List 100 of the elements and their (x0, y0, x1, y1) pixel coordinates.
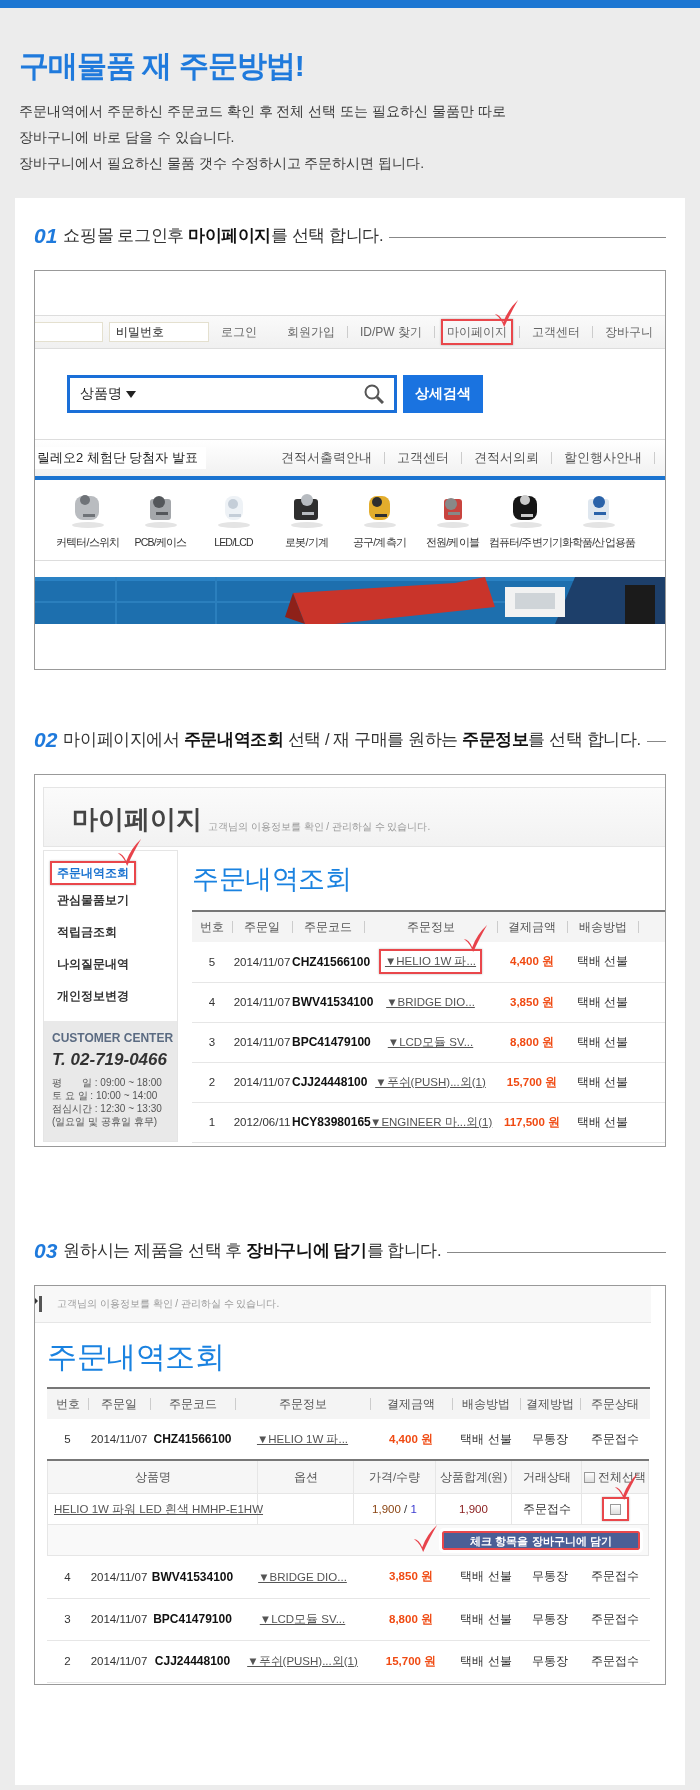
hours-text: 평 일 : 09:00 ~ 18:00 (52, 1076, 163, 1089)
payment-method: 무통장 (532, 1570, 568, 1583)
category-link[interactable]: 로봇/기계 (285, 536, 328, 550)
step-text: 마이페이지에서 주문내역조회 선택 / 재 구매를 원하는 주문정보를 선택 합니다. (63, 729, 641, 750)
intro-text: 장바구니에서 필요하신 물품 갯수 수정하시고 주문하시면 됩니다. (19, 154, 426, 173)
sidebar-item[interactable]: 개인정보변경 (50, 983, 136, 1009)
page-title: 주문내역조회 (47, 1339, 225, 1375)
id-field[interactable] (35, 322, 103, 342)
sidebar-item[interactable]: 적립금조회 (50, 919, 124, 945)
payment-method: 무통장 (532, 1432, 568, 1445)
page-subtitle: 고객님의 이용정보를 확인 / 관리하실 수 있습니다. (208, 820, 431, 834)
menu-link[interactable]: 고객센터 (397, 449, 449, 467)
add-to-cart-button[interactable]: 체크 항목을 장바구니에 담기 (442, 1530, 640, 1550)
column-header: 번호 (200, 920, 224, 933)
product-name-link[interactable]: HELIO 1W 파워 LED 흰색 HMHP-E1HW (54, 1502, 264, 1515)
menu-link[interactable]: 할인행사안내 (564, 449, 642, 467)
order-amount: 8,800 원 (510, 1035, 554, 1048)
category-link[interactable]: 전원/케이블 (425, 536, 480, 550)
login-link[interactable]: 로그인 (221, 323, 257, 341)
column-header: 결제금액 (387, 1397, 435, 1410)
order-code: CJJ24448100 (292, 1075, 368, 1089)
check-mark-icon (462, 925, 489, 954)
step-text: 쇼핑몰 로그인후 마이페이지를 선택 합니다. (63, 225, 384, 246)
menu-link[interactable]: 견적서의뢰 (474, 449, 539, 467)
order-info-link[interactable]: ▼BRIDGE DIO... (380, 991, 481, 1013)
check-mark-icon (493, 299, 519, 328)
nav-link[interactable]: 회원가입 (281, 317, 341, 347)
column-header: 주문정보 (406, 920, 455, 933)
order-info-link[interactable]: ▼LCD모듈 SV... (381, 1029, 480, 1055)
sidebar-item[interactable]: 나의질문내역 (50, 951, 136, 977)
category-link[interactable]: LED/LCD (214, 536, 253, 548)
check-mark-icon (116, 839, 142, 867)
order-info-link[interactable]: ▼HELIO 1W 파... (250, 1426, 355, 1452)
password-field[interactable]: 비밀번호 (109, 322, 209, 342)
order-info-link[interactable]: ▼LCD모듈 SV... (253, 1606, 352, 1632)
bar-icon (35, 1296, 43, 1312)
order-code: BPC41479100 (153, 1612, 232, 1626)
order-code: BWV41534100 (151, 1569, 234, 1584)
order-status: 주문접수 (591, 1432, 639, 1445)
trade-status: 주문접수 (522, 1502, 571, 1515)
page-heading: 마이페이지 (72, 804, 202, 834)
order-number: 4 (208, 996, 216, 1008)
order-date: 2014/11/07 (90, 1433, 148, 1445)
order-date: 2014/11/07 (233, 955, 291, 968)
checkbox[interactable] (609, 1504, 621, 1516)
order-number: 3 (208, 1036, 216, 1048)
hours-text: 점심시간 : 12:30 ~ 13:30 (52, 1102, 163, 1115)
category-link[interactable]: 화학품/산업용품 (561, 536, 636, 550)
category-select[interactable]: 상품명 (80, 385, 122, 403)
order-info-link[interactable]: ▼푸쉬(PUSH)...외(1) (369, 1069, 492, 1095)
caret-icon (126, 390, 136, 398)
page-title: 주문내역조회 (192, 863, 352, 896)
order-amount: 8,800 원 (389, 1612, 433, 1625)
sidebar-item[interactable]: 주문내역조회 (50, 861, 136, 885)
nav-link[interactable]: 마이페이지 (441, 318, 513, 345)
order-info-link[interactable]: ▼푸쉬(PUSH)...외(1) (241, 1648, 364, 1674)
search-icon[interactable] (364, 384, 384, 404)
order-info-link[interactable]: ▼HELIO 1W 파... (378, 949, 483, 975)
column-header: 결제방법 (526, 1397, 574, 1410)
column-header: 주문일 (101, 1397, 137, 1410)
order-date: 2014/11/07 (90, 1655, 148, 1667)
menu-link[interactable]: 견적서출력안내 (281, 449, 372, 467)
column-header: 결제금액 (508, 920, 556, 933)
shipping-method: 택배 선불 (576, 1035, 629, 1048)
price: 1,900 (372, 1503, 401, 1515)
check-mark-icon (412, 1524, 438, 1553)
category-link[interactable]: 공구/계측기 (352, 536, 407, 550)
hours-text: (일요일 및 공휴일 휴무) (52, 1115, 158, 1128)
shipping-method: 택배 선불 (460, 1612, 512, 1625)
nav-link[interactable]: ID/PW 찾기 (354, 317, 428, 347)
shipping-method: 택배 선불 (460, 1432, 512, 1445)
category-link[interactable]: PCB/케이스 (134, 536, 187, 550)
category-link[interactable]: 컴퓨터/주변기기 (488, 536, 563, 550)
detail-search-button[interactable]: 상세검색 (403, 375, 483, 413)
step-number: 02 (34, 728, 58, 752)
order-amount: 15,700 원 (385, 1654, 437, 1667)
column-header: 가격/수량 (368, 1470, 421, 1483)
order-code: BWV41534100 (292, 995, 374, 1009)
order-date: 2014/11/07 (233, 996, 291, 1008)
order-info-link[interactable]: ▼BRIDGE DIO... (252, 1565, 353, 1588)
column-header: 주문일 (244, 920, 280, 933)
order-amount: 15,700 원 (506, 1075, 558, 1088)
search-field[interactable]: 상품명 (67, 375, 397, 413)
order-amount: 4,400 원 (510, 955, 554, 968)
order-code: HCY83980165 (292, 1115, 371, 1129)
column-header: 상품합계(원) (439, 1470, 508, 1483)
nav-link[interactable]: 고객센터 (526, 317, 586, 347)
shipping-method: 택배 선불 (460, 1654, 512, 1667)
category-link[interactable]: 커텍터/스위치 (55, 536, 120, 550)
checkbox[interactable] (584, 1471, 595, 1483)
notice-text[interactable]: 릴레오2 체험단 당첨자 발표 (35, 447, 207, 469)
page-subtitle: 고객님의 이용정보를 확인 / 관리하실 수 있습니다. (57, 1297, 280, 1311)
column-header: 거래상태 (522, 1470, 571, 1483)
order-number: 2 (208, 1076, 216, 1088)
select-all-label: 전체선택 (598, 1469, 646, 1485)
nav-link[interactable]: 장바구니 (599, 317, 659, 347)
shipping-method: 택배 선불 (576, 955, 629, 968)
sidebar-item[interactable]: 관심물품보기 (50, 887, 136, 913)
order-code: CHZ41566100 (153, 1432, 232, 1446)
order-code: BPC41479100 (292, 1035, 371, 1049)
